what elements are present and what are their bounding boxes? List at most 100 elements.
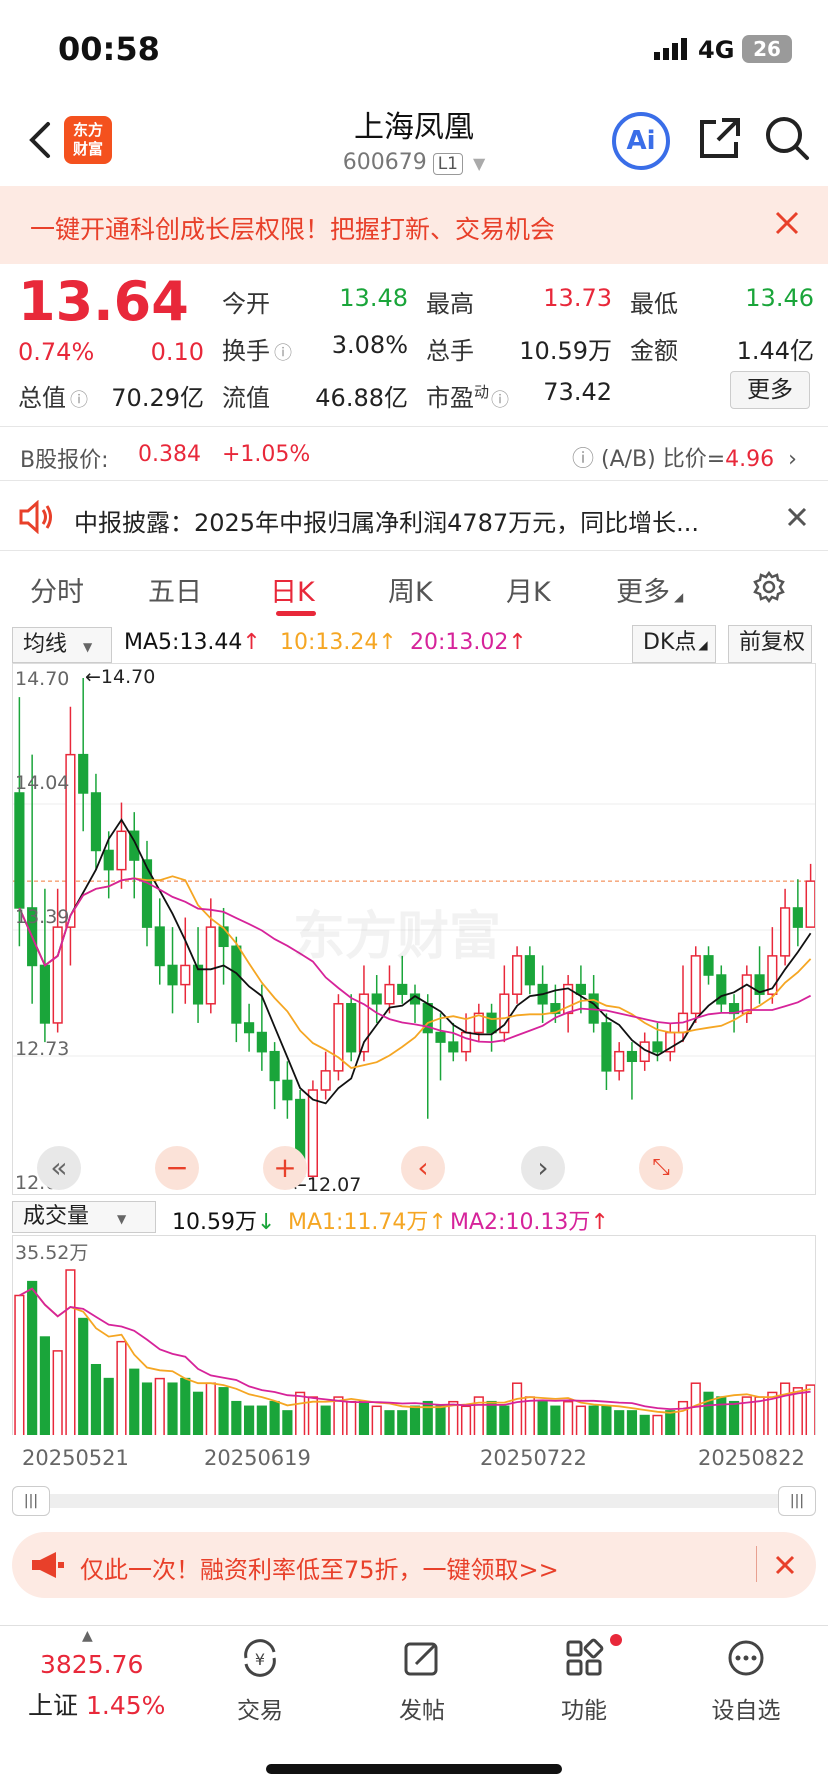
more-button[interactable]: 更多 <box>730 371 810 409</box>
volume-bar <box>244 1405 255 1435</box>
adjust-button[interactable]: 前复权 <box>728 625 812 663</box>
volume-bar <box>639 1414 650 1435</box>
candle-body <box>741 974 752 1015</box>
ai-button[interactable]: Ai <box>612 112 670 170</box>
chevron-down-icon: ▼ <box>472 154 486 173</box>
candle-body <box>575 983 586 995</box>
scroll-handle-left[interactable]: ||| <box>12 1486 50 1516</box>
volume-bar <box>333 1396 344 1435</box>
candle-body <box>780 907 791 957</box>
volume-bar <box>754 1396 765 1435</box>
ratio-label: (A/B) 比价= <box>601 447 726 472</box>
y-label-4: 12.73 <box>15 1038 70 1060</box>
volume-bar <box>537 1400 548 1435</box>
search-icon[interactable] <box>764 114 810 162</box>
close-icon[interactable] <box>772 208 802 238</box>
volume-bar <box>52 1350 63 1435</box>
volume-bar <box>269 1400 280 1435</box>
candle-body <box>307 1089 318 1178</box>
candle-body <box>282 1079 293 1101</box>
volume-bar <box>486 1400 497 1435</box>
volume-bar <box>792 1387 803 1435</box>
expand-icon[interactable]: ⤡ <box>639 1146 683 1190</box>
promo-banner-top[interactable]: 一键开通科创成长层权限！把握打新、交易机会 <box>0 186 828 264</box>
tab-weekly-k[interactable]: 周K <box>388 570 433 609</box>
megaphone-icon <box>30 1550 66 1580</box>
dk-point-button[interactable]: DK点 ◢ <box>632 625 716 663</box>
share-icon[interactable] <box>696 116 742 162</box>
candle-body <box>90 792 102 852</box>
ma5-value: MA5:13.44↑ <box>124 630 261 655</box>
volume-bar <box>90 1363 102 1435</box>
prev-icon[interactable]: ‹ <box>401 1146 445 1190</box>
candle-body <box>792 907 803 928</box>
candle-body <box>103 849 114 871</box>
volume-bar <box>39 1336 50 1435</box>
next-icon[interactable]: › <box>521 1146 565 1190</box>
active-tab-indicator <box>276 611 316 616</box>
candle-body <box>78 753 89 794</box>
promo-banner-bottom[interactable]: 仅此一次！融资利率低至75折，一键领取>> <box>12 1532 816 1598</box>
volume-bar <box>116 1340 127 1435</box>
function-icon[interactable] <box>524 1638 644 1687</box>
volume-bar <box>435 1405 446 1435</box>
high-label: 最高 <box>426 290 474 318</box>
notice-close-icon[interactable] <box>786 506 808 528</box>
date-label-2: 20250619 <box>204 1446 311 1470</box>
battery-icon: 26 <box>742 35 792 63</box>
turnover-value: 3.08% <box>331 331 408 359</box>
turnover-label: 换手 ⓘ <box>222 337 292 365</box>
volume-bar <box>205 1382 216 1435</box>
volume-bar <box>384 1410 395 1435</box>
zoom-out-icon[interactable]: − <box>155 1146 199 1190</box>
scroll-handle-right[interactable]: ||| <box>778 1486 816 1516</box>
volume-chart[interactable]: 35.52万 <box>12 1235 816 1435</box>
zoom-in-icon[interactable]: + <box>263 1146 307 1190</box>
index-value[interactable]: 3825.76 <box>40 1650 143 1679</box>
tab-intraday[interactable]: 分时 <box>30 570 84 609</box>
nav-post[interactable]: 发帖 <box>362 1691 482 1725</box>
tab-daily-k[interactable]: 日K <box>270 570 315 609</box>
vol-max-label: 35.52万 <box>15 1242 89 1264</box>
tab-monthly-k[interactable]: 月K <box>506 570 551 609</box>
nav-watchlist[interactable]: 设自选 <box>686 1691 806 1725</box>
float-value: 46.88亿 <box>315 384 408 412</box>
date-label-1: 20250521 <box>22 1446 129 1470</box>
volume-current: 10.59万↓ <box>172 1210 276 1235</box>
volume-bar <box>129 1368 140 1435</box>
indicator-selector[interactable]: 均线 ▼ <box>12 627 112 663</box>
volume-bar <box>282 1410 293 1435</box>
volume-bar <box>27 1280 38 1435</box>
rewind-icon[interactable]: « <box>37 1146 81 1190</box>
y-label-1: 14.70 <box>15 668 70 690</box>
change-value: 0.10 <box>150 338 204 366</box>
notice-text[interactable]: 中报披露：2025年中报归属净利润4787万元，同比增长... <box>74 503 754 538</box>
post-icon[interactable] <box>362 1638 482 1687</box>
ratio-row[interactable]: ⓘ (A/B) 比价=4.96 › <box>572 441 797 473</box>
amount-label: 金额 <box>630 337 678 365</box>
tab-more[interactable]: 更多 ◢ <box>616 570 683 609</box>
scroll-track[interactable] <box>12 1494 816 1508</box>
index-name[interactable]: 上证 1.45% <box>28 1686 165 1722</box>
volume-selector[interactable]: 成交量 ▼ <box>12 1201 156 1233</box>
candle-body <box>435 1031 446 1043</box>
promo-divider <box>756 1546 757 1582</box>
volume-bar <box>780 1382 791 1435</box>
volume-bar <box>154 1377 165 1435</box>
watchlist-icon[interactable] <box>686 1638 806 1687</box>
nav-function[interactable]: 功能 <box>524 1691 644 1725</box>
candle-body <box>180 964 191 986</box>
level-badge: L1 <box>432 153 463 175</box>
chevron-right-icon: › <box>788 447 797 472</box>
y-label-2: 14.04 <box>15 772 70 794</box>
nav-trade[interactable]: 交易 <box>200 1691 320 1725</box>
volume-bar <box>601 1405 612 1435</box>
volume-bar <box>665 1410 676 1435</box>
promo-close-icon[interactable] <box>774 1554 796 1576</box>
volume-bar <box>295 1391 306 1435</box>
tab-five-day[interactable]: 五日 <box>148 570 202 609</box>
gear-icon[interactable] <box>752 570 786 604</box>
trade-icon[interactable]: ¥ <box>200 1638 320 1687</box>
watermark: 东方财富 <box>293 907 502 967</box>
kline-chart[interactable]: 东方财富 14.70 14.04 13.39 12.73 12.07 ←14.7… <box>12 663 816 1195</box>
